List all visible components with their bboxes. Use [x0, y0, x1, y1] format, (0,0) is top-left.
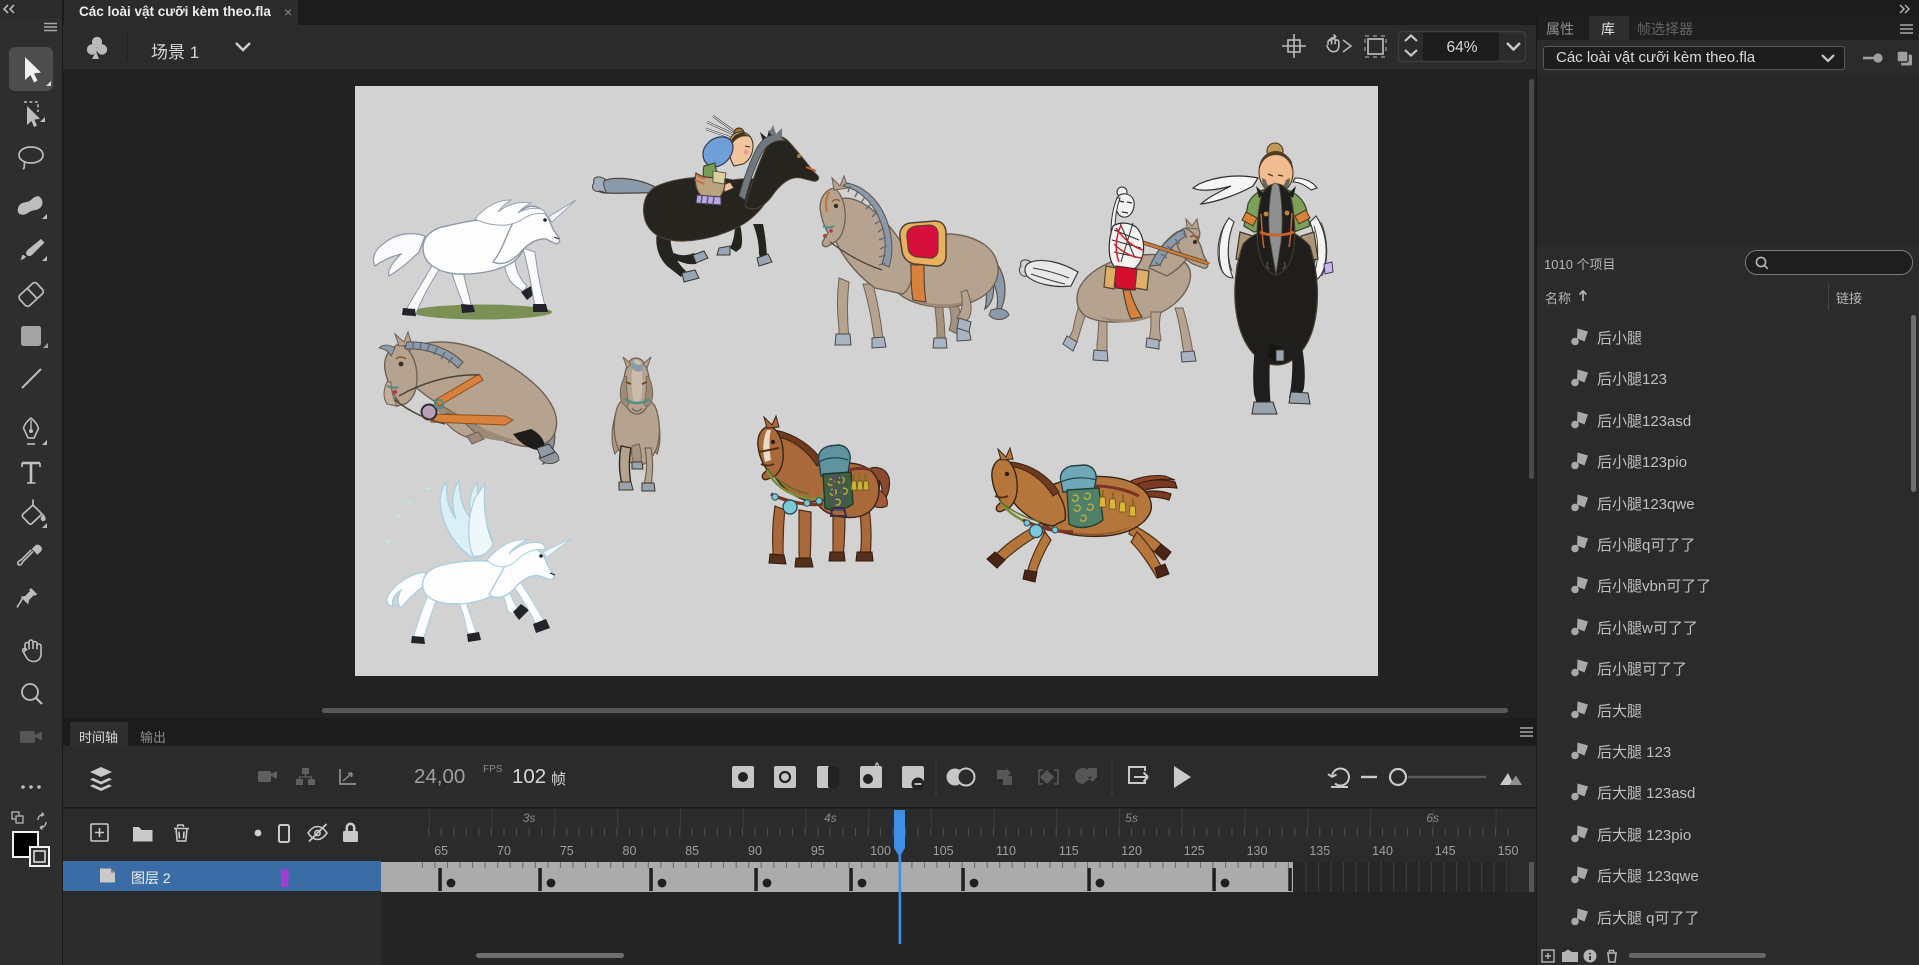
svg-text:70: 70: [497, 844, 511, 858]
svg-text:115: 115: [1059, 844, 1079, 858]
svg-text:3s: 3s: [523, 811, 536, 825]
svg-text:64%: 64%: [1446, 39, 1477, 56]
svg-text:145: 145: [1435, 844, 1456, 858]
svg-text:100: 100: [870, 844, 891, 858]
svg-text:105: 105: [933, 844, 954, 858]
svg-text:80: 80: [623, 844, 637, 858]
svg-text:130: 130: [1247, 844, 1268, 858]
svg-text:110: 110: [996, 844, 1016, 858]
svg-text:90: 90: [748, 844, 762, 858]
svg-text:140: 140: [1372, 844, 1393, 858]
svg-text:65: 65: [434, 844, 448, 858]
svg-text:85: 85: [685, 844, 699, 858]
svg-text:A: A: [873, 761, 881, 773]
svg-text:135: 135: [1309, 844, 1330, 858]
svg-text:75: 75: [560, 844, 574, 858]
svg-text:4s: 4s: [824, 811, 837, 825]
svg-text:120: 120: [1121, 844, 1142, 858]
svg-text:95: 95: [811, 844, 825, 858]
svg-text:6s: 6s: [1426, 811, 1439, 825]
svg-text:125: 125: [1184, 844, 1205, 858]
svg-text:150: 150: [1498, 844, 1519, 858]
svg-text:5s: 5s: [1125, 811, 1138, 825]
